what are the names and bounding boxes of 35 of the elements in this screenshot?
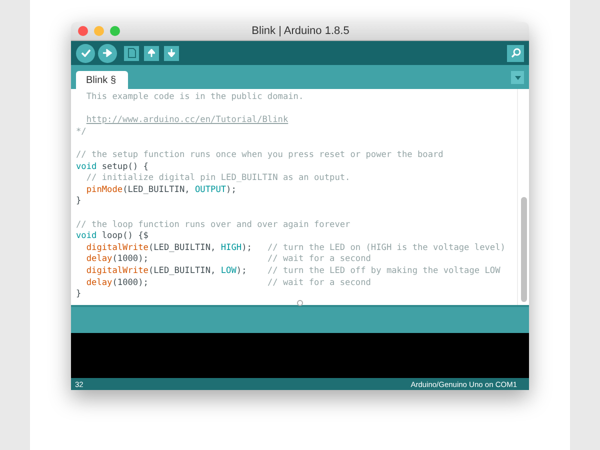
code-editor[interactable] (71, 89, 529, 305)
save-button[interactable] (164, 46, 179, 60)
caret-icon (514, 76, 520, 80)
code-line: digitalWrite(LED_BUILTIN, HIGH); // turn the LED on (HIGH is the voltage level) (86, 242, 506, 254)
checkmark-icon (80, 49, 90, 57)
code-line: void loop() {$ (76, 231, 148, 243)
close-button[interactable] (78, 26, 88, 36)
code-comment: This example code is in the public domain. (86, 92, 304, 104)
code-line: pinMode(LED_BUILTIN, OUTPUT); (86, 184, 236, 196)
code-line: void setup() { (76, 162, 148, 173)
upload-button[interactable] (98, 44, 117, 62)
scrollbar-thumb[interactable] (520, 197, 526, 302)
arrow-down-icon (168, 49, 175, 57)
code-line: digitalWrite(LED_BUILTIN, LOW); // turn the LED off by making the voltage LOW (86, 266, 500, 278)
code-comment: // the loop function runs over and over again forever (76, 218, 350, 231)
code-comment: http://www.arduino.cc/en/Tutorial/Blink (86, 114, 288, 127)
document-icon (128, 48, 136, 58)
code-line: } (76, 196, 82, 208)
arrow-up-icon (148, 49, 155, 57)
file-tab[interactable]: Blink § (76, 71, 128, 89)
code-line: delay(1000); // wait for a second (86, 278, 371, 290)
serial-monitor-button[interactable] (507, 44, 524, 62)
code-comment: // the setup function runs once when you press reset or power the board (76, 148, 444, 162)
code-line: } (76, 289, 82, 301)
code-line: delay(1000); // wait for a second (86, 254, 371, 266)
zoom-button[interactable] (110, 26, 120, 36)
code-comment: */ (76, 126, 86, 138)
tab-menu-button[interactable] (511, 71, 524, 84)
open-button[interactable] (144, 46, 159, 60)
window-title: Blink | Arduino 1.8.5 (252, 25, 350, 37)
code-comment: // initialize digital pin LED_BUILTIN as an output. (86, 173, 350, 185)
magnifier-icon (510, 48, 520, 58)
verify-button[interactable] (76, 44, 95, 62)
new-button[interactable] (124, 46, 139, 60)
arrow-right-icon (103, 49, 112, 57)
